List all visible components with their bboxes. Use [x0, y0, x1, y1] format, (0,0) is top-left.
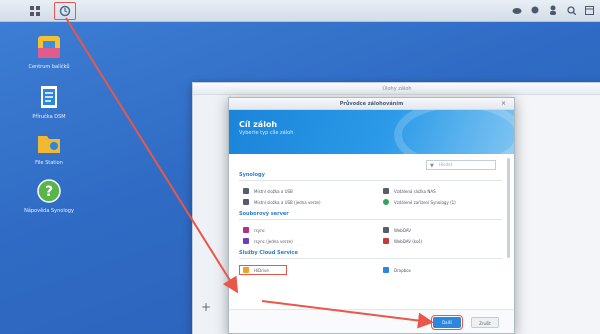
add-button[interactable]: +: [201, 300, 211, 314]
desktop-icon-file-station[interactable]: File Station: [22, 130, 76, 167]
filter-input[interactable]: ▼ Hledat: [426, 160, 496, 170]
system-tray: [512, 4, 594, 16]
desktop-icon-dsm-help[interactable]: Příručka DSM: [22, 84, 76, 121]
backup-wizard-dialog: Průvodce zálohováním × Cíl záloh Vyberte…: [228, 97, 515, 334]
backup-app-button[interactable]: [54, 2, 76, 20]
section-header-cloud: Služby Cloud Service: [239, 250, 502, 259]
option-remote-synology[interactable]: Vzdálené zařízení Synology (1): [383, 199, 503, 205]
doc-icon: [41, 86, 57, 108]
desktop-icon-label: File Station: [35, 160, 63, 166]
grid-icon: [30, 6, 40, 16]
option-label: Vzdálené zařízení Synology (1): [394, 199, 456, 205]
wizard-banner: Cíl záloh Vyberte typ cíle záloh: [229, 110, 514, 154]
option-webdav[interactable]: WebDAV: [383, 227, 503, 233]
cloud-icon[interactable]: [512, 4, 522, 16]
hidrive-icon: [243, 267, 249, 273]
filter-placeholder: Hledat: [439, 162, 453, 167]
desktop-icon-help[interactable]: ? Nápověda Synology: [22, 178, 76, 215]
user-icon[interactable]: [548, 4, 558, 16]
option-label: rsync: [254, 227, 265, 233]
webdav-icon: [383, 227, 389, 233]
option-local-folder-usb[interactable]: Místní složka a USB: [243, 188, 383, 194]
option-local-folder-single[interactable]: Místní složka a USB (jedna verze): [243, 199, 383, 205]
dialog-footer: Další Zrušit: [229, 309, 514, 333]
svg-text:?: ?: [45, 184, 53, 200]
drive-icon: [243, 199, 249, 205]
desktop-icon-label: Centrum balíčků: [28, 64, 70, 70]
sync-icon: [383, 199, 389, 205]
search-icon[interactable]: [566, 4, 576, 16]
widgets-icon[interactable]: [584, 4, 594, 16]
option-label: WebDAV: [394, 227, 411, 233]
rsync-icon: [243, 227, 249, 233]
notification-icon[interactable]: [530, 4, 540, 16]
backup-icon: [59, 5, 71, 17]
option-remote-nas[interactable]: Vzdálená složka NAS: [383, 188, 503, 194]
nas-icon: [383, 188, 389, 194]
window-sidebar: +: [193, 95, 231, 334]
option-webdav-trash[interactable]: WebDAV (koš): [383, 238, 503, 244]
desktop-icon-label: Příručka DSM: [32, 114, 66, 120]
option-hidrive[interactable]: HiDrive: [239, 265, 287, 275]
folder-icon: [38, 136, 60, 153]
close-icon[interactable]: ×: [501, 98, 506, 110]
scrollbar[interactable]: [507, 158, 510, 258]
option-label: Místní složka a USB (jedna verze): [254, 199, 321, 205]
filter-icon: ▼: [430, 163, 434, 169]
option-label: Dropbox: [394, 267, 411, 273]
dialog-title: Průvodce zálohováním ×: [229, 98, 514, 110]
drive-icon: [243, 188, 249, 194]
help-icon: ?: [37, 179, 61, 203]
option-label: HiDrive: [254, 267, 269, 273]
desktop-icon-label: Nápověda Synology: [24, 208, 74, 214]
next-button[interactable]: Další: [431, 315, 463, 330]
rsync-icon: [243, 238, 249, 244]
app-icon: [38, 36, 60, 58]
option-label: rsync (jedna verze): [254, 238, 293, 244]
option-rsync[interactable]: rsync: [243, 227, 383, 233]
section-header-synology: Synology: [239, 172, 502, 181]
option-rsync-single[interactable]: rsync (jedna verze): [243, 238, 383, 244]
desktop-icon-package-center[interactable]: Centrum balíčků: [22, 34, 76, 71]
option-dropbox[interactable]: Dropbox: [383, 265, 503, 275]
option-label: WebDAV (koš): [394, 238, 423, 244]
section-header-file-server: Souborový server: [239, 211, 502, 220]
window-title: Úlohy záloh: [193, 83, 600, 95]
main-menu-button[interactable]: [24, 2, 46, 20]
option-label: Místní složka a USB: [254, 188, 293, 194]
option-label: Vzdálená složka NAS: [394, 188, 436, 194]
banner-decoration: [394, 110, 514, 154]
dropbox-icon: [383, 267, 389, 273]
destination-list: ▼ Hledat Synology Místní složka a USB Vz…: [229, 154, 514, 309]
webdav-icon: [383, 238, 389, 244]
cancel-button[interactable]: Zrušit: [471, 317, 499, 328]
dialog-title-text: Průvodce zálohováním: [339, 101, 404, 107]
taskbar: [0, 0, 600, 22]
